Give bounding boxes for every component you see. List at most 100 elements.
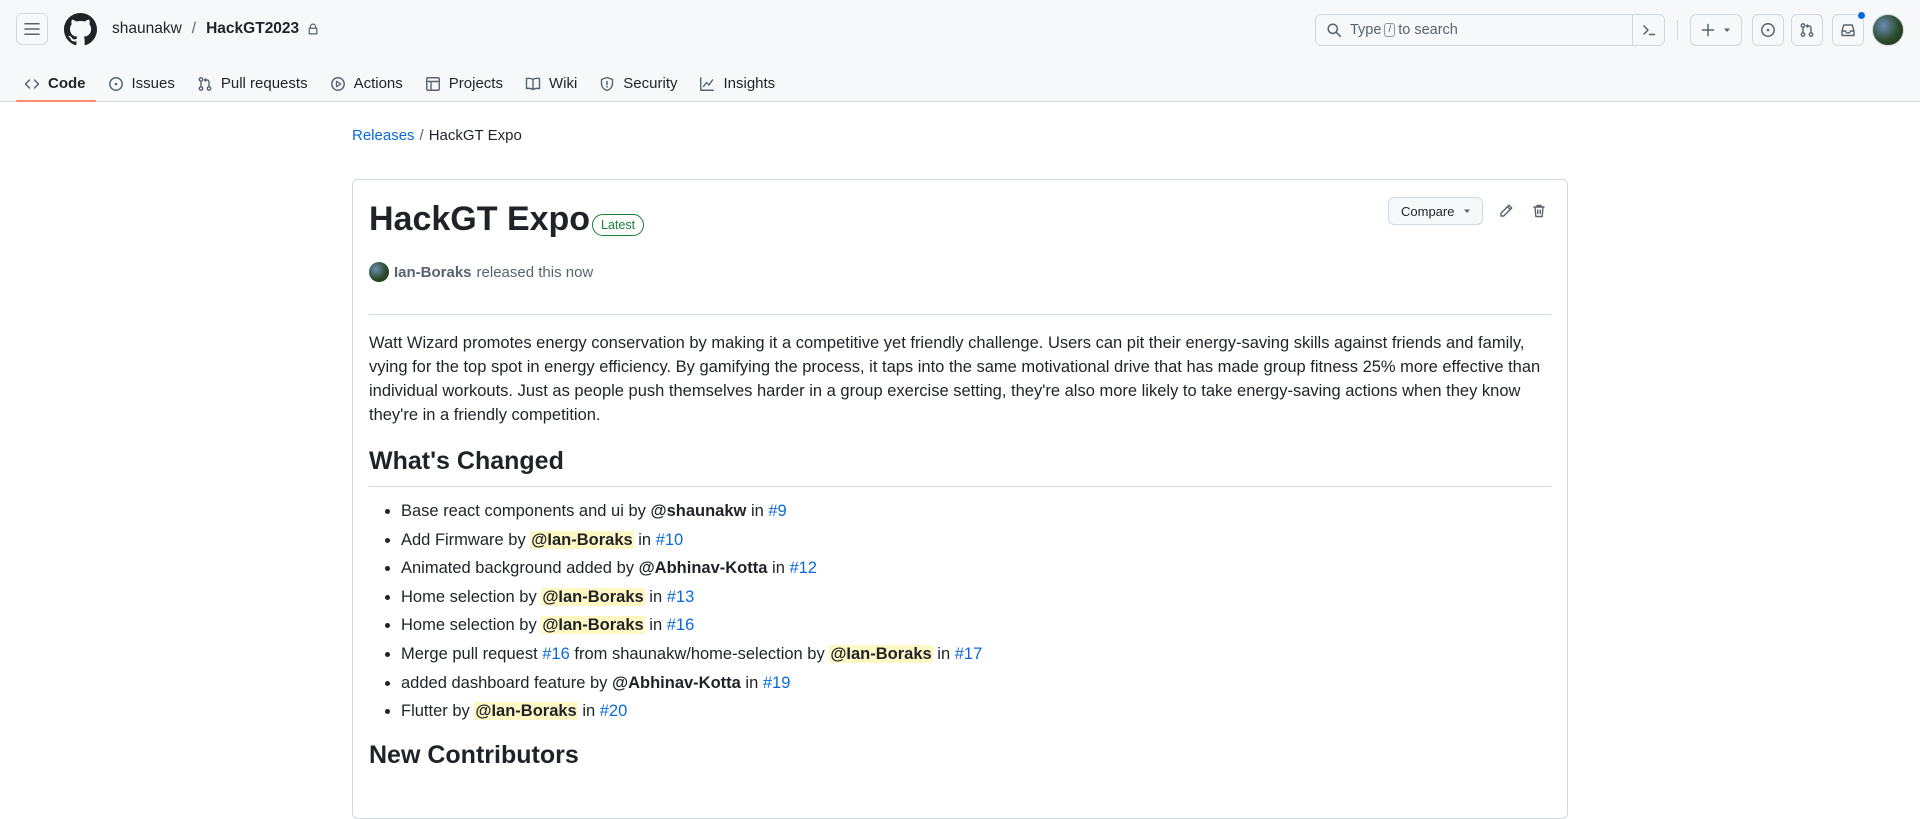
shield-icon	[601, 76, 614, 91]
list-item: Merge pull request #16 from shaunakw/hom…	[401, 642, 1551, 666]
issue-icon	[108, 76, 123, 91]
repo-breadcrumb: shaunakw / HackGT2023	[112, 20, 319, 38]
breadcrumb-current: HackGT Expo	[428, 127, 522, 144]
user-mention[interactable]: @Ian-Boraks	[829, 644, 933, 663]
tab-insights[interactable]: Insights	[691, 62, 785, 101]
tab-wiki[interactable]: Wiki	[517, 62, 587, 101]
git-pull-request-icon	[1800, 23, 1814, 37]
whats-changed-heading: What's Changed	[369, 445, 1551, 487]
tab-code[interactable]: Code	[16, 62, 96, 102]
pr-link[interactable]: #20	[600, 702, 628, 720]
new-contributors-heading: New Contributors	[369, 741, 579, 770]
user-mention[interactable]: @Ian-Boraks	[541, 587, 645, 606]
tab-issues[interactable]: Issues	[100, 62, 185, 101]
pr-link[interactable]: #16	[667, 616, 695, 634]
list-item: Flutter by @Ian-Boraks in #20	[401, 699, 1551, 723]
tab-label: Actions	[353, 75, 403, 92]
pr-link[interactable]: #13	[667, 588, 695, 606]
github-logo-icon[interactable]	[64, 13, 97, 46]
issues-button[interactable]	[1752, 14, 1784, 46]
global-header: shaunakw / HackGT2023 Type / to search C…	[0, 0, 1920, 102]
delete-release-button[interactable]	[1525, 197, 1553, 225]
repo-owner-link[interactable]: shaunakw	[112, 20, 182, 38]
pr-link[interactable]: #16	[542, 645, 570, 663]
search-input[interactable]: Type / to search	[1315, 14, 1665, 46]
divider	[369, 314, 1551, 315]
play-icon	[330, 76, 345, 91]
compare-label: Compare	[1401, 203, 1455, 219]
latest-badge: Latest	[592, 214, 645, 236]
menu-button[interactable]	[16, 13, 48, 45]
release-card: HackGT Expo Latest Compare Ian-Boraks re…	[352, 179, 1568, 819]
search-suffix: to search	[1398, 22, 1458, 38]
pull-requests-button[interactable]	[1791, 14, 1823, 46]
user-mention[interactable]: @shaunakw	[650, 502, 746, 520]
release-title[interactable]: HackGT Expo	[369, 200, 590, 239]
graph-icon	[700, 76, 715, 91]
search-icon	[1327, 23, 1342, 38]
tab-label: Projects	[448, 75, 503, 92]
repo-name-link[interactable]: HackGT2023	[206, 20, 299, 38]
pr-link[interactable]: #19	[763, 674, 791, 692]
tab-security[interactable]: Security	[591, 62, 687, 101]
code-icon	[24, 78, 40, 89]
notification-indicator	[1857, 11, 1866, 20]
triangle-down-icon	[1464, 209, 1471, 213]
pr-link[interactable]: #17	[955, 645, 983, 663]
repo-tabs: Code Issues Pull requests Actions Projec…	[16, 62, 789, 102]
inbox-icon	[1841, 24, 1855, 37]
changes-list: Base react components and ui by @shaunak…	[369, 499, 1551, 723]
tab-label: Wiki	[548, 75, 578, 92]
issue-opened-icon	[1761, 23, 1775, 37]
tab-label: Security	[623, 75, 678, 92]
list-item: added dashboard feature by @Abhinav-Kott…	[401, 671, 1551, 695]
pull-request-icon	[198, 76, 212, 91]
lock-icon	[308, 23, 318, 35]
pr-link[interactable]: #10	[656, 531, 684, 549]
table-icon	[425, 76, 440, 91]
header-divider	[1677, 20, 1678, 40]
list-item: Base react components and ui by @shaunak…	[401, 499, 1551, 523]
released-text: released this now	[476, 263, 594, 281]
pr-link[interactable]: #9	[768, 502, 786, 520]
releases-link[interactable]: Releases	[352, 127, 415, 144]
release-author-line: Ian-Boraks released this now	[369, 262, 593, 282]
list-item: Home selection by @Ian-Boraks in #16	[401, 613, 1551, 637]
breadcrumb-separator: /	[419, 127, 424, 144]
breadcrumb-separator: /	[191, 20, 197, 37]
release-description: Watt Wizard promotes energy conservation…	[369, 334, 1541, 424]
terminal-icon	[1642, 25, 1655, 36]
command-palette-button[interactable]	[1632, 15, 1664, 45]
user-mention[interactable]: @Ian-Boraks	[541, 616, 645, 635]
list-item: Animated background added by @Abhinav-Ko…	[401, 556, 1551, 580]
releases-breadcrumb: Releases / HackGT Expo	[352, 127, 522, 144]
pr-link[interactable]: #12	[789, 559, 817, 577]
trash-icon	[1533, 204, 1545, 218]
pencil-icon	[1500, 204, 1513, 217]
edit-release-button[interactable]	[1492, 197, 1520, 225]
list-item: Home selection by @Ian-Boraks in #13	[401, 585, 1551, 609]
hamburger-icon	[24, 23, 40, 35]
tab-label: Pull requests	[220, 75, 308, 92]
author-avatar[interactable]	[369, 262, 389, 282]
search-prefix: Type	[1350, 22, 1382, 38]
user-mention[interactable]: @Ian-Boraks	[474, 702, 578, 721]
tab-pull-requests[interactable]: Pull requests	[189, 62, 318, 101]
tab-label: Issues	[131, 75, 175, 92]
triangle-down-icon	[1724, 28, 1730, 32]
tab-label: Code	[48, 75, 86, 92]
create-new-button[interactable]	[1690, 14, 1742, 46]
list-item: Add Firmware by @Ian-Boraks in #10	[401, 528, 1551, 552]
user-mention[interactable]: @Abhinav-Kotta	[612, 674, 741, 692]
tab-projects[interactable]: Projects	[417, 62, 513, 101]
user-mention[interactable]: @Ian-Boraks	[530, 530, 634, 549]
plus-icon	[1701, 23, 1715, 37]
tab-label: Insights	[723, 75, 776, 92]
author-link[interactable]: Ian-Boraks	[394, 264, 472, 281]
user-avatar[interactable]	[1872, 14, 1904, 46]
compare-button[interactable]: Compare	[1388, 197, 1484, 225]
tab-actions[interactable]: Actions	[322, 62, 413, 101]
book-icon	[525, 77, 541, 90]
user-mention[interactable]: @Abhinav-Kotta	[639, 559, 768, 577]
release-notes: Watt Wizard promotes energy conservation…	[369, 331, 1551, 792]
